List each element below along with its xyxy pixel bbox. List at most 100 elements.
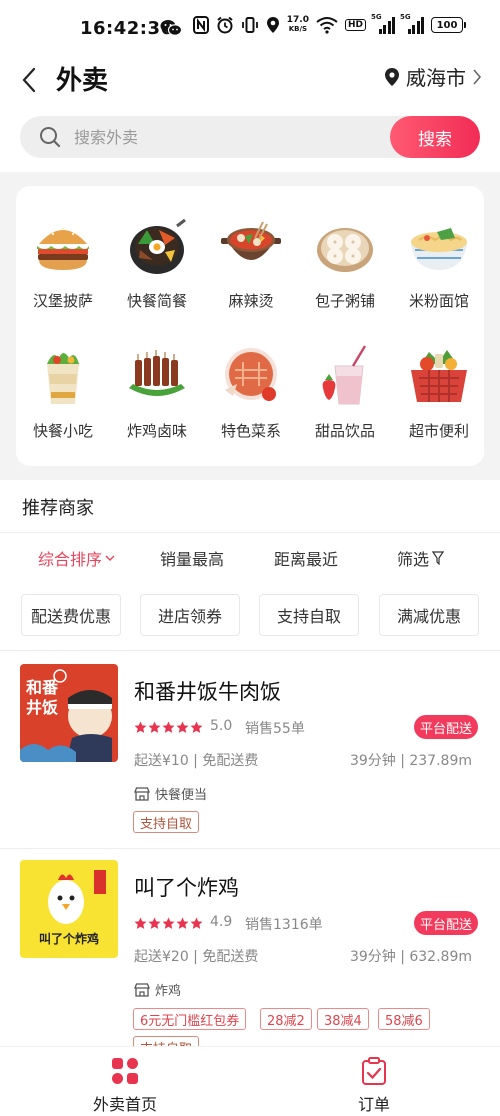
sort-tab-label: 筛选 bbox=[397, 550, 430, 569]
star-icon bbox=[190, 721, 203, 733]
category-desserts[interactable]: 甜品饮品 bbox=[299, 344, 391, 464]
status-bar: 16:42:36 17.0 KB/S HD 5G 5G 100 bbox=[0, 0, 500, 56]
location-label: 威海市 bbox=[406, 66, 466, 90]
page-title: 外卖 bbox=[56, 66, 109, 96]
star-icon bbox=[176, 917, 189, 929]
sort-tab-label: 销量最高 bbox=[160, 550, 225, 569]
nfc-icon bbox=[192, 16, 209, 34]
pickup-tag: 支持自取 bbox=[133, 811, 200, 833]
dish-icon bbox=[225, 348, 277, 401]
wrap-icon bbox=[47, 353, 79, 404]
sort-tab-sales[interactable]: 销量最高 bbox=[160, 546, 224, 570]
category-malatang[interactable]: 麻辣烫 bbox=[205, 214, 297, 334]
star-rating bbox=[134, 721, 203, 734]
delivery-info: 起送¥20 | 免配送费 bbox=[134, 949, 259, 965]
filter-chip-coupon[interactable]: 进店领券 bbox=[140, 594, 240, 636]
distance-info: 39分钟 | 237.89m bbox=[349, 753, 472, 769]
nav-orders[interactable]: 订单 bbox=[314, 1057, 434, 1115]
sort-tab-label: 距离最近 bbox=[274, 550, 339, 569]
alarm-icon bbox=[216, 16, 234, 34]
star-icon bbox=[148, 721, 161, 733]
chevron-down-icon bbox=[105, 555, 115, 561]
filter-icon bbox=[432, 551, 445, 565]
skewer-icon bbox=[129, 350, 185, 396]
category-label: 包子粥铺 bbox=[314, 292, 375, 310]
location-selector[interactable]: 威海市 bbox=[384, 62, 482, 91]
sort-tab-filter[interactable]: 筛选 bbox=[397, 546, 445, 570]
bottom-nav: 外卖首页 订单 bbox=[0, 1046, 500, 1116]
distance-info: 39分钟 | 632.89m bbox=[349, 949, 472, 965]
shop-logo-text: 叫了个炸鸡 bbox=[38, 932, 99, 946]
category-noodles[interactable]: 米粉面馆 bbox=[393, 214, 485, 334]
category-label: 麻辣烫 bbox=[228, 292, 274, 310]
sort-tab-label: 综合排序 bbox=[38, 550, 103, 569]
shop-category-label: 炸鸡 bbox=[155, 984, 182, 999]
basket-icon bbox=[411, 350, 467, 402]
shop-category: 快餐便当 bbox=[134, 784, 207, 803]
shop-logo: 和番井饭 bbox=[20, 664, 118, 762]
category-specialty[interactable]: 特色菜系 bbox=[205, 344, 297, 464]
shop-logo-text: 和番井饭 bbox=[26, 678, 59, 717]
category-supermarket[interactable]: 超市便利 bbox=[393, 344, 485, 464]
signal-icon: 5G bbox=[371, 13, 395, 34]
star-rating bbox=[134, 917, 203, 930]
chevron-left-icon bbox=[22, 67, 36, 93]
drink-icon bbox=[322, 345, 367, 405]
category-fast-meal[interactable]: 快餐简餐 bbox=[111, 214, 203, 334]
shop-category-label: 快餐便当 bbox=[155, 788, 208, 803]
location-pin-icon bbox=[385, 67, 399, 86]
hotpot-icon bbox=[221, 221, 281, 260]
star-icon bbox=[176, 721, 189, 733]
search-bar: 搜索 bbox=[20, 116, 480, 158]
rating-value: 5.0 bbox=[210, 718, 233, 734]
shop-name: 叫了个炸鸡 bbox=[134, 876, 239, 900]
category-label: 甜品饮品 bbox=[314, 422, 375, 440]
nav-home[interactable]: 外卖首页 bbox=[65, 1057, 185, 1115]
category-snacks[interactable]: 快餐小吃 bbox=[17, 344, 109, 464]
rating-value: 4.9 bbox=[210, 914, 233, 930]
shop-name: 和番井饭牛肉饭 bbox=[134, 680, 281, 704]
vibrate-icon bbox=[241, 16, 259, 34]
store-icon bbox=[134, 786, 150, 801]
burger-icon bbox=[37, 227, 89, 270]
shop-logo: 叫了个炸鸡 bbox=[20, 860, 118, 958]
category-label: 快餐小吃 bbox=[32, 422, 93, 440]
category-fried-chicken[interactable]: 炸鸡卤味 bbox=[111, 344, 203, 464]
category-label: 快餐简餐 bbox=[126, 292, 187, 310]
back-button[interactable] bbox=[14, 62, 44, 98]
category-burger-pizza[interactable]: 汉堡披萨 bbox=[17, 214, 109, 334]
signal-icon-2: 5G bbox=[400, 13, 424, 34]
delivery-info: 起送¥10 | 免配送费 bbox=[134, 753, 259, 769]
search-button[interactable]: 搜索 bbox=[390, 116, 480, 158]
promo-tag: 38减4 bbox=[317, 1008, 369, 1030]
star-icon bbox=[162, 721, 175, 733]
search-input[interactable] bbox=[74, 116, 374, 158]
hd-badge: HD bbox=[344, 19, 366, 31]
section-title: 推荐商家 bbox=[22, 498, 94, 519]
category-label: 汉堡披萨 bbox=[32, 292, 93, 310]
sort-tab-distance[interactable]: 距离最近 bbox=[274, 546, 338, 570]
category-label: 特色菜系 bbox=[220, 422, 281, 440]
store-icon bbox=[134, 982, 150, 997]
chevron-right-icon bbox=[473, 68, 482, 85]
filter-chip-delivery-fee[interactable]: 配送费优惠 bbox=[21, 594, 121, 636]
network-speed: 17.0 KB/S bbox=[286, 15, 309, 34]
promo-tag: 28减2 bbox=[260, 1008, 312, 1030]
sales-count: 销售55单 bbox=[245, 721, 305, 737]
sales-count: 销售1316单 bbox=[245, 917, 323, 933]
category-label: 炸鸡卤味 bbox=[126, 422, 187, 440]
bibimbap-icon bbox=[130, 218, 186, 274]
sort-tab-default[interactable]: 综合排序 bbox=[38, 546, 115, 570]
nav-label: 订单 bbox=[357, 1095, 390, 1114]
category-label: 米粉面馆 bbox=[408, 292, 469, 310]
filter-chip-pickup[interactable]: 支持自取 bbox=[259, 594, 359, 636]
divider bbox=[0, 650, 500, 651]
platform-delivery-badge: 平台配送 bbox=[414, 911, 478, 935]
bun-icon bbox=[317, 228, 373, 272]
divider bbox=[0, 532, 500, 533]
filter-chip-discount[interactable]: 满减优惠 bbox=[379, 594, 479, 636]
home-grid-icon bbox=[112, 1058, 138, 1084]
divider bbox=[0, 848, 500, 849]
app-header: 外卖 威海市 bbox=[0, 56, 500, 112]
category-bun-porridge[interactable]: 包子粥铺 bbox=[299, 214, 391, 334]
